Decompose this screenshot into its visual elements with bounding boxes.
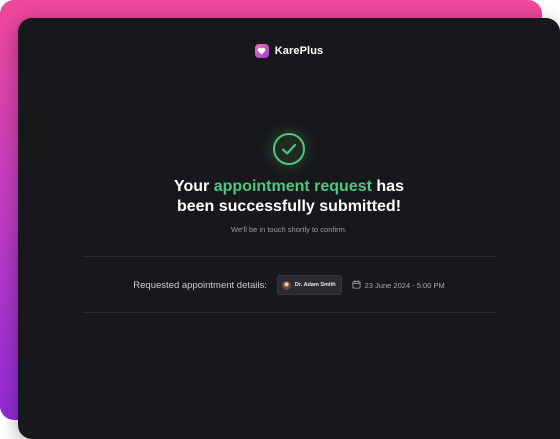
- confirmation-subline: We'll be in touch shortly to confirm.: [231, 225, 347, 234]
- brand-header: KarePlus: [18, 44, 560, 58]
- headline-suffix: has: [376, 178, 404, 195]
- details-label: Requested appointment details:: [133, 279, 267, 291]
- heart-logo-icon: [254, 44, 269, 58]
- stage: KarePlus Your appointment request has be…: [0, 0, 560, 439]
- headline-accent: appointment request: [213, 178, 372, 195]
- doctor-name: Dr. Adam Smith: [294, 282, 336, 288]
- check-circle-icon: [271, 131, 307, 167]
- doctor-avatar: [281, 280, 291, 290]
- headline-prefix: Your: [174, 178, 210, 195]
- confirmation-panel: KarePlus Your appointment request has be…: [18, 18, 560, 439]
- calendar-icon: [352, 276, 361, 294]
- headline-line2: been successfully submitted!: [176, 198, 402, 215]
- datetime-text: 23 June 2024 - 5:00 PM: [364, 280, 445, 290]
- doctor-chip: Dr. Adam Smith: [276, 275, 342, 295]
- divider-bottom: [82, 312, 496, 313]
- appointment-datetime: 23 June 2024 - 5:00 PM: [352, 276, 445, 294]
- confirmation-headline: Your appointment request has been succes…: [18, 177, 560, 217]
- divider-top: [82, 256, 496, 257]
- brand-name: KarePlus: [274, 45, 324, 57]
- appointment-details: Requested appointment details: Dr. Adam …: [18, 275, 560, 295]
